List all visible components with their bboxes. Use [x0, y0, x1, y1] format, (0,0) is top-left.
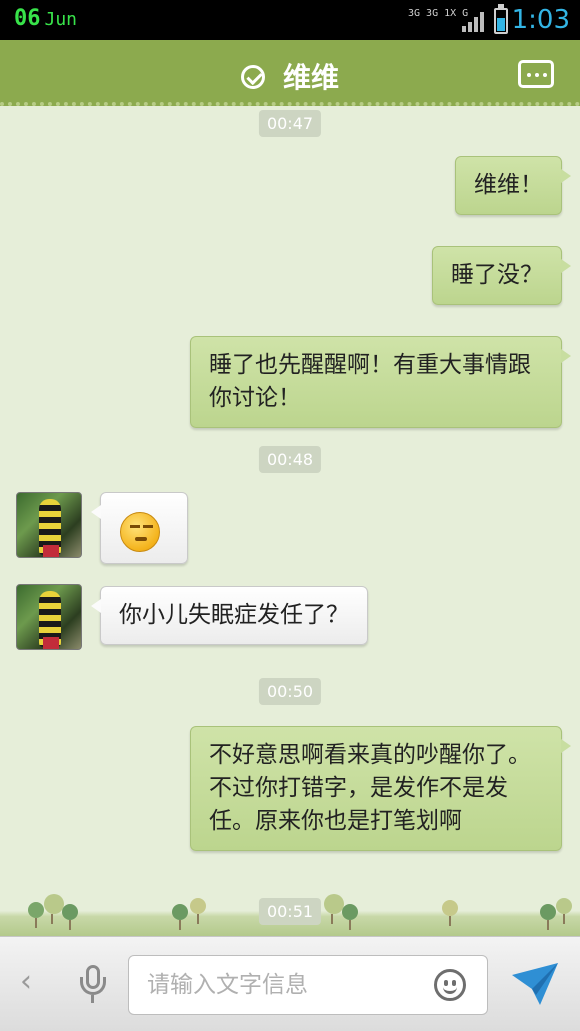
chat-header: 维维	[0, 40, 580, 106]
incoming-message[interactable]: 你小儿失眠症发任了？	[91, 586, 368, 645]
chevron-left-icon[interactable]: ‹	[20, 967, 36, 997]
network-indicator: 3G 3G 1X G	[408, 8, 469, 19]
outgoing-message[interactable]: 不好意思啊看来真的吵醒你了。不过你打错字，是发作不是发任。原来你也是打笔划啊	[190, 726, 571, 851]
more-dots-icon[interactable]	[518, 60, 554, 88]
message-timestamp: 00:48	[258, 446, 322, 473]
message-timestamp: 00:50	[258, 678, 322, 705]
outgoing-message[interactable]: 睡了也先醒醒啊！有重大事情跟你讨论！	[190, 336, 571, 428]
outgoing-message[interactable]: 睡了没？	[432, 246, 571, 305]
signal-icon	[462, 10, 486, 32]
send-icon[interactable]	[510, 961, 560, 1007]
input-bar: ‹	[0, 936, 580, 1031]
contact-avatar[interactable]	[16, 584, 82, 650]
check-circle-icon	[240, 65, 265, 89]
outgoing-message[interactable]: 维维！	[455, 156, 571, 215]
smiley-icon[interactable]	[434, 969, 466, 1001]
microphone-icon[interactable]	[78, 965, 108, 1005]
contact-name: 维维	[282, 61, 339, 94]
message-timestamp: 00:47	[258, 110, 322, 137]
status-date-month: Jun	[44, 9, 78, 30]
status-date: 06 Jun	[14, 6, 77, 31]
battery-icon	[494, 4, 508, 34]
chat-title: 维维	[0, 56, 580, 96]
status-time: 1:03	[511, 5, 570, 35]
grimace-emoji-icon	[120, 512, 160, 552]
contact-avatar[interactable]	[16, 492, 82, 558]
status-date-day: 06	[14, 6, 41, 31]
message-timestamp: 00:51	[258, 898, 322, 925]
status-bar: 06 Jun 3G 3G 1X G 1:03	[0, 0, 580, 40]
